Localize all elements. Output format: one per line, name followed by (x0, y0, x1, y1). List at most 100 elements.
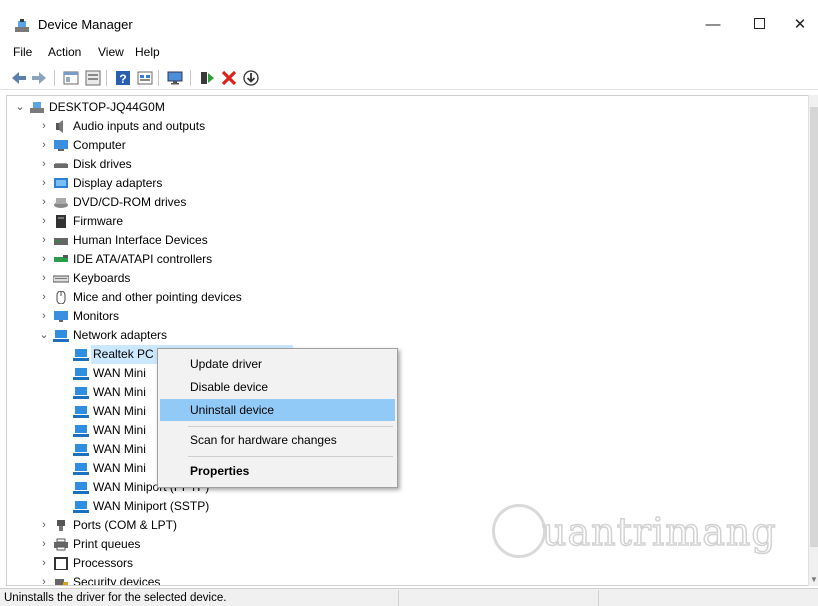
tree-root[interactable]: ⌄ DESKTOP-JQ44G0M (7, 98, 807, 117)
tree-device[interactable]: WAN Mini (7, 402, 807, 421)
tree-category[interactable]: › Firmware (7, 212, 807, 231)
chevron-right-icon[interactable]: › (39, 212, 49, 231)
network-adapter-icon (73, 406, 89, 418)
port-icon (57, 520, 65, 531)
chevron-right-icon[interactable]: › (39, 288, 49, 307)
menu-view[interactable]: View (98, 45, 124, 59)
title-bar: Device Manager — ✕ (0, 0, 818, 40)
update-driver-list-icon[interactable] (84, 69, 102, 87)
tree-device[interactable]: WAN Miniport (PPTP) (7, 478, 807, 497)
tree-device[interactable]: WAN Mini (7, 421, 807, 440)
vertical-scrollbar[interactable]: ▼ (808, 95, 818, 586)
tree-item-label: Firmware (73, 214, 123, 228)
chevron-right-icon[interactable]: › (39, 174, 49, 193)
minimize-button[interactable]: — (690, 10, 736, 40)
monitor-icon[interactable] (166, 69, 184, 87)
context-disable-device[interactable]: Disable device (160, 376, 395, 398)
tree-device[interactable]: WAN Mini (7, 383, 807, 402)
tree-item-label: WAN Mini (93, 404, 146, 418)
chevron-right-icon[interactable]: › (39, 573, 49, 585)
maximize-button[interactable] (736, 10, 782, 40)
uninstall-x-icon[interactable] (220, 69, 238, 87)
monitor-icon (54, 311, 68, 322)
context-separator (188, 426, 393, 427)
download-icon[interactable] (242, 69, 260, 87)
tree-item-label: Disk drives (73, 157, 132, 171)
menu-help[interactable]: Help (135, 45, 160, 59)
mouse-icon (56, 291, 66, 304)
scrollbar-thumb[interactable] (810, 107, 818, 547)
tree-category[interactable]: › Human Interface Devices (7, 231, 807, 250)
network-adapter-icon (73, 444, 89, 456)
tree-category[interactable]: › Disk drives (7, 155, 807, 174)
tree-category[interactable]: › DVD/CD-ROM drives (7, 193, 807, 212)
chevron-down-icon[interactable]: ⌄ (39, 326, 49, 345)
forward-icon[interactable] (30, 69, 48, 87)
toolbar-separator (106, 70, 107, 86)
close-button[interactable]: ✕ (782, 10, 818, 40)
tree-item-label: Realtek PC (93, 347, 154, 361)
watermark: uantrimang (492, 500, 776, 570)
add-driver-icon[interactable] (198, 69, 216, 87)
watermark-logo-icon (492, 504, 546, 558)
tree-device-selected[interactable]: Realtek PC (7, 345, 807, 364)
window-title: Device Manager (38, 17, 133, 32)
tree-category[interactable]: › Mice and other pointing devices (7, 288, 807, 307)
menu-file[interactable]: File (13, 45, 32, 59)
chevron-right-icon[interactable]: › (39, 307, 49, 326)
firmware-icon (56, 215, 66, 228)
tree-item-label: Monitors (73, 309, 120, 323)
tree-device[interactable]: WAN Mini (7, 364, 807, 383)
tree-category[interactable]: ⌄ Network adapters (7, 326, 807, 345)
chevron-right-icon[interactable]: › (39, 231, 49, 250)
chevron-right-icon[interactable]: › (39, 155, 49, 174)
status-bar: Uninstalls the driver for the selected d… (0, 588, 818, 606)
keyboard-icon (53, 275, 69, 283)
tree-category[interactable]: › Monitors (7, 307, 807, 326)
context-separator (188, 456, 393, 457)
tree-item-label: Network adapters (73, 328, 168, 342)
back-icon[interactable] (10, 69, 28, 87)
help-icon[interactable]: ? (114, 69, 132, 87)
chevron-right-icon[interactable]: › (39, 516, 49, 535)
toolbar-separator (190, 70, 191, 86)
tree-category[interactable]: › Keyboards (7, 269, 807, 288)
tree-item-label: WAN Mini (93, 442, 146, 456)
device-list-icon[interactable] (136, 69, 154, 87)
tree-category[interactable]: › Audio inputs and outputs (7, 117, 807, 136)
tree-category[interactable]: › Computer (7, 136, 807, 155)
tree-category[interactable]: › Display adapters (7, 174, 807, 193)
tree-device[interactable]: WAN Mini (7, 440, 807, 459)
network-adapter-icon (73, 425, 89, 437)
network-adapter-icon (73, 463, 89, 475)
network-adapter-icon (73, 387, 89, 399)
scroll-down-arrow-icon[interactable]: ▼ (810, 575, 818, 584)
tree-category[interactable]: › Security devices (7, 573, 807, 585)
chevron-right-icon[interactable]: › (39, 535, 49, 554)
tree-item-label: DVD/CD-ROM drives (73, 195, 187, 209)
device-manager-icon (15, 19, 29, 32)
toolbar: ? (0, 66, 818, 90)
tree-item-label: Keyboards (73, 271, 131, 285)
chevron-right-icon[interactable]: › (39, 269, 49, 288)
context-update-driver[interactable]: Update driver (160, 353, 395, 375)
chevron-right-icon[interactable]: › (39, 117, 49, 136)
context-uninstall-device[interactable]: Uninstall device (160, 399, 395, 421)
menu-action[interactable]: Action (48, 45, 81, 59)
chevron-right-icon[interactable]: › (39, 136, 49, 155)
tree-item-label: WAN Mini (93, 461, 146, 475)
status-divider (398, 590, 399, 606)
network-adapter-icon (53, 330, 69, 342)
properties-pane-icon[interactable] (62, 69, 80, 87)
watermark-text: uantrimang (541, 509, 777, 555)
chevron-right-icon[interactable]: › (39, 250, 49, 269)
tree-item-label: WAN Miniport (SSTP) (93, 499, 210, 513)
context-properties[interactable]: Properties (160, 460, 395, 482)
chevron-right-icon[interactable]: › (39, 193, 49, 212)
tree-device[interactable]: WAN Mini (7, 459, 807, 478)
tree-category[interactable]: › IDE ATA/ATAPI controllers (7, 250, 807, 269)
chevron-right-icon[interactable]: › (39, 554, 49, 573)
processor-icon (54, 557, 68, 570)
context-scan-hardware[interactable]: Scan for hardware changes (160, 429, 395, 451)
chevron-down-icon[interactable]: ⌄ (15, 98, 25, 117)
